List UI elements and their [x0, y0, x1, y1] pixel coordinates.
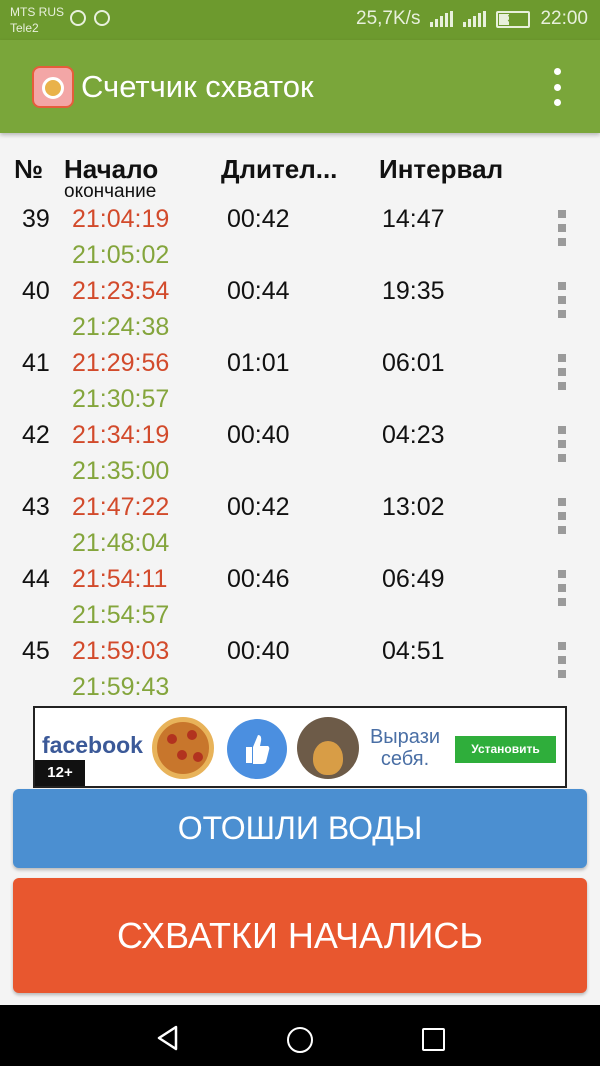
row-duration: 00:40 — [227, 421, 290, 449]
row-interval: 19:35 — [382, 277, 445, 305]
network-speed: 25,7K/s — [356, 8, 421, 29]
row-menu-icon[interactable] — [555, 354, 569, 390]
header-end: окончание — [64, 181, 157, 202]
ad-banner[interactable]: facebook Вырази себя. Установить 12+ — [33, 706, 567, 788]
row-menu-icon[interactable] — [555, 282, 569, 318]
table-row: 45 21:59:03 21:59:43 00:40 04:51 — [0, 634, 600, 706]
signal-icon — [463, 11, 487, 27]
row-number: 39 — [22, 205, 50, 233]
row-interval: 14:47 — [382, 205, 445, 233]
row-duration: 00:42 — [227, 205, 290, 233]
app-bar: Счетчик схваток — [0, 40, 600, 133]
pizza-icon — [152, 717, 214, 779]
system-nav-bar — [0, 1005, 600, 1066]
status-bar: MTS RUS Tele2 25,7K/s 35 22:00 — [0, 0, 600, 40]
row-start-time: 21:34:19 — [72, 421, 170, 449]
guitar-icon — [297, 717, 359, 779]
row-menu-icon[interactable] — [555, 210, 569, 246]
row-duration: 00:40 — [227, 637, 290, 665]
contractions-started-button[interactable]: СХВАТКИ НАЧАЛИСЬ — [13, 878, 587, 993]
row-end-time: 21:05:02 — [72, 241, 170, 269]
home-circle-icon[interactable] — [287, 1027, 313, 1053]
header-interval: Интервал — [379, 154, 504, 184]
notification-icons — [70, 10, 110, 26]
notification-icon — [94, 10, 110, 26]
row-interval: 04:51 — [382, 637, 445, 665]
contractions-list: 39 21:04:19 21:05:02 00:42 14:47 40 21:2… — [0, 202, 600, 706]
carrier-1: MTS RUS — [10, 5, 64, 19]
table-header: № Начало окончание Длител... Интервал — [0, 150, 600, 202]
row-duration: 00:46 — [227, 565, 290, 593]
stopwatch-icon — [32, 66, 74, 108]
table-row: 40 21:23:54 21:24:38 00:44 19:35 — [0, 274, 600, 346]
row-duration: 01:01 — [227, 349, 290, 377]
ad-brand: facebook — [42, 732, 143, 758]
carrier-names: MTS RUS Tele2 — [10, 4, 64, 36]
table-row: 41 21:29:56 21:30:57 01:01 06:01 — [0, 346, 600, 418]
row-start-time: 21:29:56 — [72, 349, 170, 377]
row-interval: 04:23 — [382, 421, 445, 449]
ad-slogan-line-1: Вырази — [369, 726, 441, 748]
table-row: 44 21:54:11 21:54:57 00:46 06:49 — [0, 562, 600, 634]
row-end-time: 21:54:57 — [72, 601, 170, 629]
row-end-time: 21:35:00 — [72, 457, 170, 485]
row-end-time: 21:30:57 — [72, 385, 170, 413]
row-end-time: 21:24:38 — [72, 313, 170, 341]
row-start-time: 21:47:22 — [72, 493, 170, 521]
row-number: 45 — [22, 637, 50, 665]
table-row: 43 21:47:22 21:48:04 00:42 13:02 — [0, 490, 600, 562]
carrier-2: Tele2 — [10, 21, 39, 35]
header-duration: Длител... — [221, 154, 338, 184]
row-number: 43 — [22, 493, 50, 521]
row-end-time: 21:48:04 — [72, 529, 170, 557]
row-number: 41 — [22, 349, 50, 377]
app-title: Счетчик схваток — [81, 69, 314, 104]
row-end-time: 21:59:43 — [72, 673, 170, 701]
status-right: 25,7K/s 35 22:00 — [356, 8, 588, 30]
row-duration: 00:44 — [227, 277, 290, 305]
row-number: 44 — [22, 565, 50, 593]
battery-icon: 35 — [496, 10, 531, 28]
header-number: № — [14, 154, 43, 184]
row-number: 40 — [22, 277, 50, 305]
row-interval: 13:02 — [382, 493, 445, 521]
row-menu-icon[interactable] — [555, 642, 569, 678]
recents-square-icon[interactable] — [422, 1028, 445, 1051]
thumbs-up-icon — [227, 719, 287, 779]
row-start-time: 21:04:19 — [72, 205, 170, 233]
row-start-time: 21:23:54 — [72, 277, 170, 305]
more-vert-icon[interactable] — [552, 68, 562, 106]
back-triangle-icon[interactable] — [156, 1025, 178, 1051]
table-row: 42 21:34:19 21:35:00 00:40 04:23 — [0, 418, 600, 490]
ad-slogan-line-2: себя. — [380, 748, 430, 770]
row-interval: 06:01 — [382, 349, 445, 377]
row-menu-icon[interactable] — [555, 426, 569, 462]
row-interval: 06:49 — [382, 565, 445, 593]
ad-install-button[interactable]: Установить — [455, 736, 556, 763]
row-number: 42 — [22, 421, 50, 449]
table-row: 39 21:04:19 21:05:02 00:42 14:47 — [0, 202, 600, 274]
signal-icon — [430, 11, 454, 27]
clock: 22:00 — [540, 8, 588, 29]
ad-slogan: Вырази себя. — [365, 726, 445, 770]
row-menu-icon[interactable] — [555, 498, 569, 534]
age-rating-badge: 12+ — [35, 760, 85, 786]
row-duration: 00:42 — [227, 493, 290, 521]
row-menu-icon[interactable] — [555, 570, 569, 606]
notification-icon — [70, 10, 86, 26]
row-start-time: 21:54:11 — [72, 565, 168, 593]
row-start-time: 21:59:03 — [72, 637, 170, 665]
water-broke-button[interactable]: ОТОШЛИ ВОДЫ — [13, 789, 587, 868]
battery-level: 35 — [507, 12, 520, 25]
